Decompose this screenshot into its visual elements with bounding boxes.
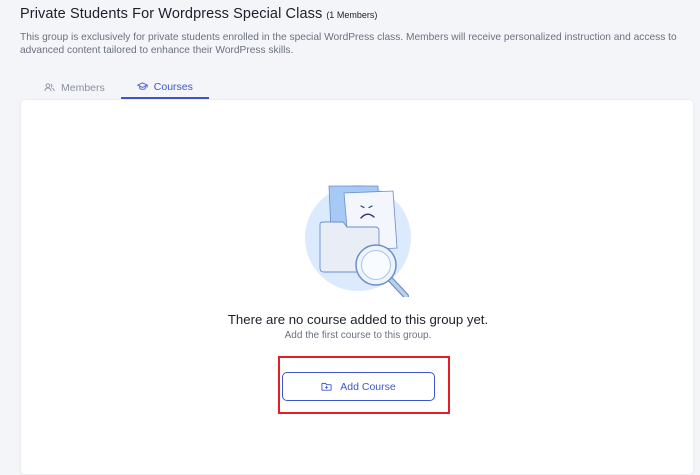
group-description: This group is exclusively for private st…	[20, 32, 677, 56]
group-header: Private Students For Wordpress Special C…	[20, 6, 690, 57]
tab-courses[interactable]: Courses	[120, 76, 209, 99]
empty-state-subtitle: Add the first course to this group.	[284, 330, 432, 341]
member-count: (1 Members)	[326, 10, 378, 20]
tab-bar: Members Courses	[28, 76, 209, 99]
graduation-cap-icon	[136, 82, 148, 90]
tab-members[interactable]: Members	[28, 76, 121, 99]
members-icon	[44, 83, 55, 92]
page-title: Private Students For Wordpress Special C…	[20, 6, 323, 22]
tab-courses-label: Courses	[153, 80, 193, 93]
sad-folder-magnifier-icon	[304, 177, 414, 302]
courses-panel: There are no course added to this group …	[20, 99, 694, 475]
folder-plus-icon	[321, 382, 332, 391]
tab-members-label: Members	[61, 81, 105, 94]
add-course-button[interactable]: Add Course	[282, 372, 435, 401]
title-row: Private Students For Wordpress Special C…	[20, 6, 690, 22]
add-course-label: Add Course	[340, 380, 396, 393]
empty-state-title: There are no course added to this group …	[227, 312, 489, 327]
